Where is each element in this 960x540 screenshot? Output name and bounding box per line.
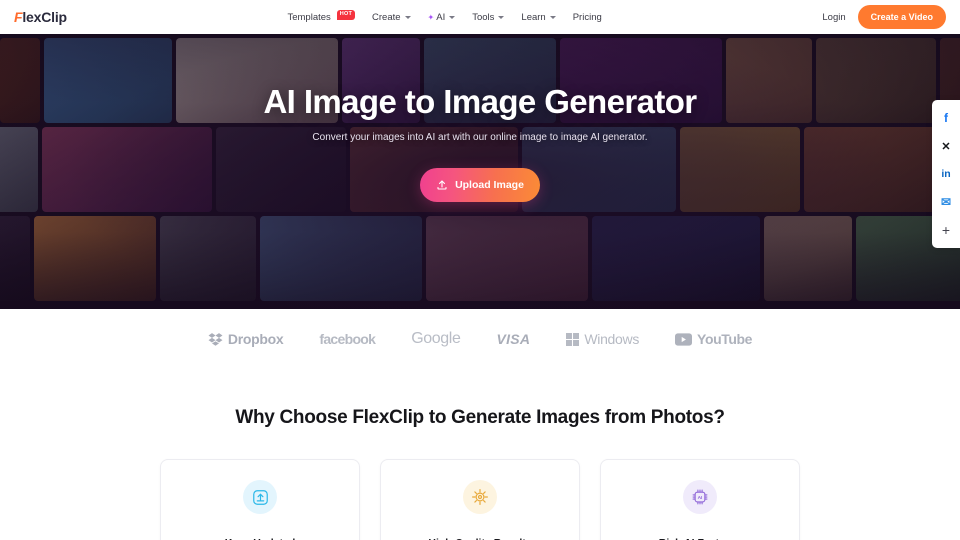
chevron-down-icon bbox=[449, 15, 456, 19]
section-title: Why Choose FlexClip to Generate Images f… bbox=[235, 407, 725, 428]
brand-label-google: Google bbox=[411, 330, 461, 347]
feature-cards: Keep Updated Our image to image generato… bbox=[0, 459, 960, 540]
nav-label-pricing: Pricing bbox=[572, 11, 602, 23]
card-icon-wrap bbox=[243, 480, 277, 514]
feature-card-rich-ai-features: AI Rich AI Features We provide many AI t… bbox=[600, 459, 800, 540]
nav-item-ai[interactable]: ✦ AI bbox=[428, 12, 456, 23]
nav-item-learn[interactable]: Learn bbox=[521, 11, 556, 23]
page-root: FlexClip Templates HOT Create ✦ AI Tools… bbox=[0, 0, 960, 540]
target-icon bbox=[472, 489, 488, 505]
brand-label-dropbox: Dropbox bbox=[227, 331, 284, 347]
nav-label-templates: Templates bbox=[287, 11, 331, 23]
page-title: AI Image to Image Generator bbox=[263, 83, 697, 120]
card-icon-wrap: AI bbox=[683, 480, 717, 514]
nav-label-create: Create bbox=[372, 11, 401, 23]
why-choose-section: Why Choose FlexClip to Generate Images f… bbox=[0, 369, 960, 540]
facebook-share-icon[interactable]: f bbox=[932, 104, 960, 132]
brand-facebook: facebook bbox=[319, 331, 376, 347]
brand-label-facebook: facebook bbox=[319, 331, 376, 347]
brand-label-windows: Windows bbox=[584, 331, 640, 347]
feature-card-keep-updated: Keep Updated Our image to image generato… bbox=[160, 459, 360, 540]
brand-youtube: YouTube bbox=[675, 331, 752, 347]
upload-image-button[interactable]: Upload Image bbox=[420, 168, 540, 203]
linkedin-share-icon[interactable]: in bbox=[932, 160, 960, 188]
hero-content: AI Image to Image Generator Convert your… bbox=[0, 34, 960, 309]
chevron-down-icon bbox=[549, 15, 556, 19]
header-actions: Login Create a Video bbox=[822, 5, 946, 29]
upload-box-icon bbox=[252, 489, 268, 505]
brand-visa: VISA bbox=[496, 331, 530, 347]
email-share-icon[interactable]: ✉ bbox=[932, 188, 960, 216]
brand-label-visa: VISA bbox=[496, 331, 531, 347]
hot-badge: HOT bbox=[336, 10, 356, 20]
upload-icon bbox=[437, 180, 447, 190]
feature-card-high-quality-results: High-Quality Results The advanced AI mod… bbox=[380, 459, 580, 540]
upload-button-label: Upload Image bbox=[455, 179, 524, 192]
main-nav: Templates HOT Create ✦ AI Tools Learn Pr… bbox=[287, 10, 602, 23]
brand-label-youtube: YouTube bbox=[697, 331, 753, 347]
brand-logos-row: Dropbox facebook Google VISA Windows You… bbox=[0, 309, 960, 369]
nav-item-pricing[interactable]: Pricing bbox=[573, 12, 602, 23]
login-link[interactable]: Login bbox=[822, 12, 845, 23]
windows-icon bbox=[566, 332, 580, 346]
youtube-icon bbox=[675, 332, 693, 346]
chevron-down-icon bbox=[404, 15, 411, 19]
nav-item-templates[interactable]: Templates HOT bbox=[287, 10, 356, 23]
social-share-rail: f ✕ in ✉ + bbox=[932, 100, 960, 248]
card-icon-wrap bbox=[463, 480, 497, 514]
sparkle-icon: ✦ bbox=[427, 12, 435, 22]
create-video-button[interactable]: Create a Video bbox=[857, 5, 946, 29]
chevron-down-icon bbox=[498, 15, 505, 19]
nav-label-ai: AI bbox=[436, 11, 446, 23]
hero-subtitle: Convert your images into AI art with our… bbox=[312, 132, 648, 144]
x-twitter-share-icon[interactable]: ✕ bbox=[932, 132, 960, 160]
brand-google: Google bbox=[411, 330, 461, 348]
brand-dropbox: Dropbox bbox=[208, 331, 284, 347]
more-share-icon[interactable]: + bbox=[932, 216, 960, 244]
nav-label-learn: Learn bbox=[521, 11, 546, 23]
dropbox-icon bbox=[208, 333, 223, 346]
site-header: FlexClip Templates HOT Create ✦ AI Tools… bbox=[0, 0, 960, 34]
hero-section: AI Image to Image Generator Convert your… bbox=[0, 34, 960, 309]
svg-text:AI: AI bbox=[698, 495, 703, 501]
brand-windows: Windows bbox=[566, 331, 639, 347]
flexclip-logo[interactable]: FlexClip bbox=[14, 9, 67, 25]
nav-item-tools[interactable]: Tools bbox=[472, 11, 505, 23]
ai-chip-icon: AI bbox=[692, 489, 708, 505]
logo-accent-letter: F bbox=[14, 9, 23, 25]
nav-label-tools: Tools bbox=[472, 11, 495, 23]
nav-item-create[interactable]: Create bbox=[372, 12, 411, 23]
logo-text: lexClip bbox=[22, 9, 67, 25]
